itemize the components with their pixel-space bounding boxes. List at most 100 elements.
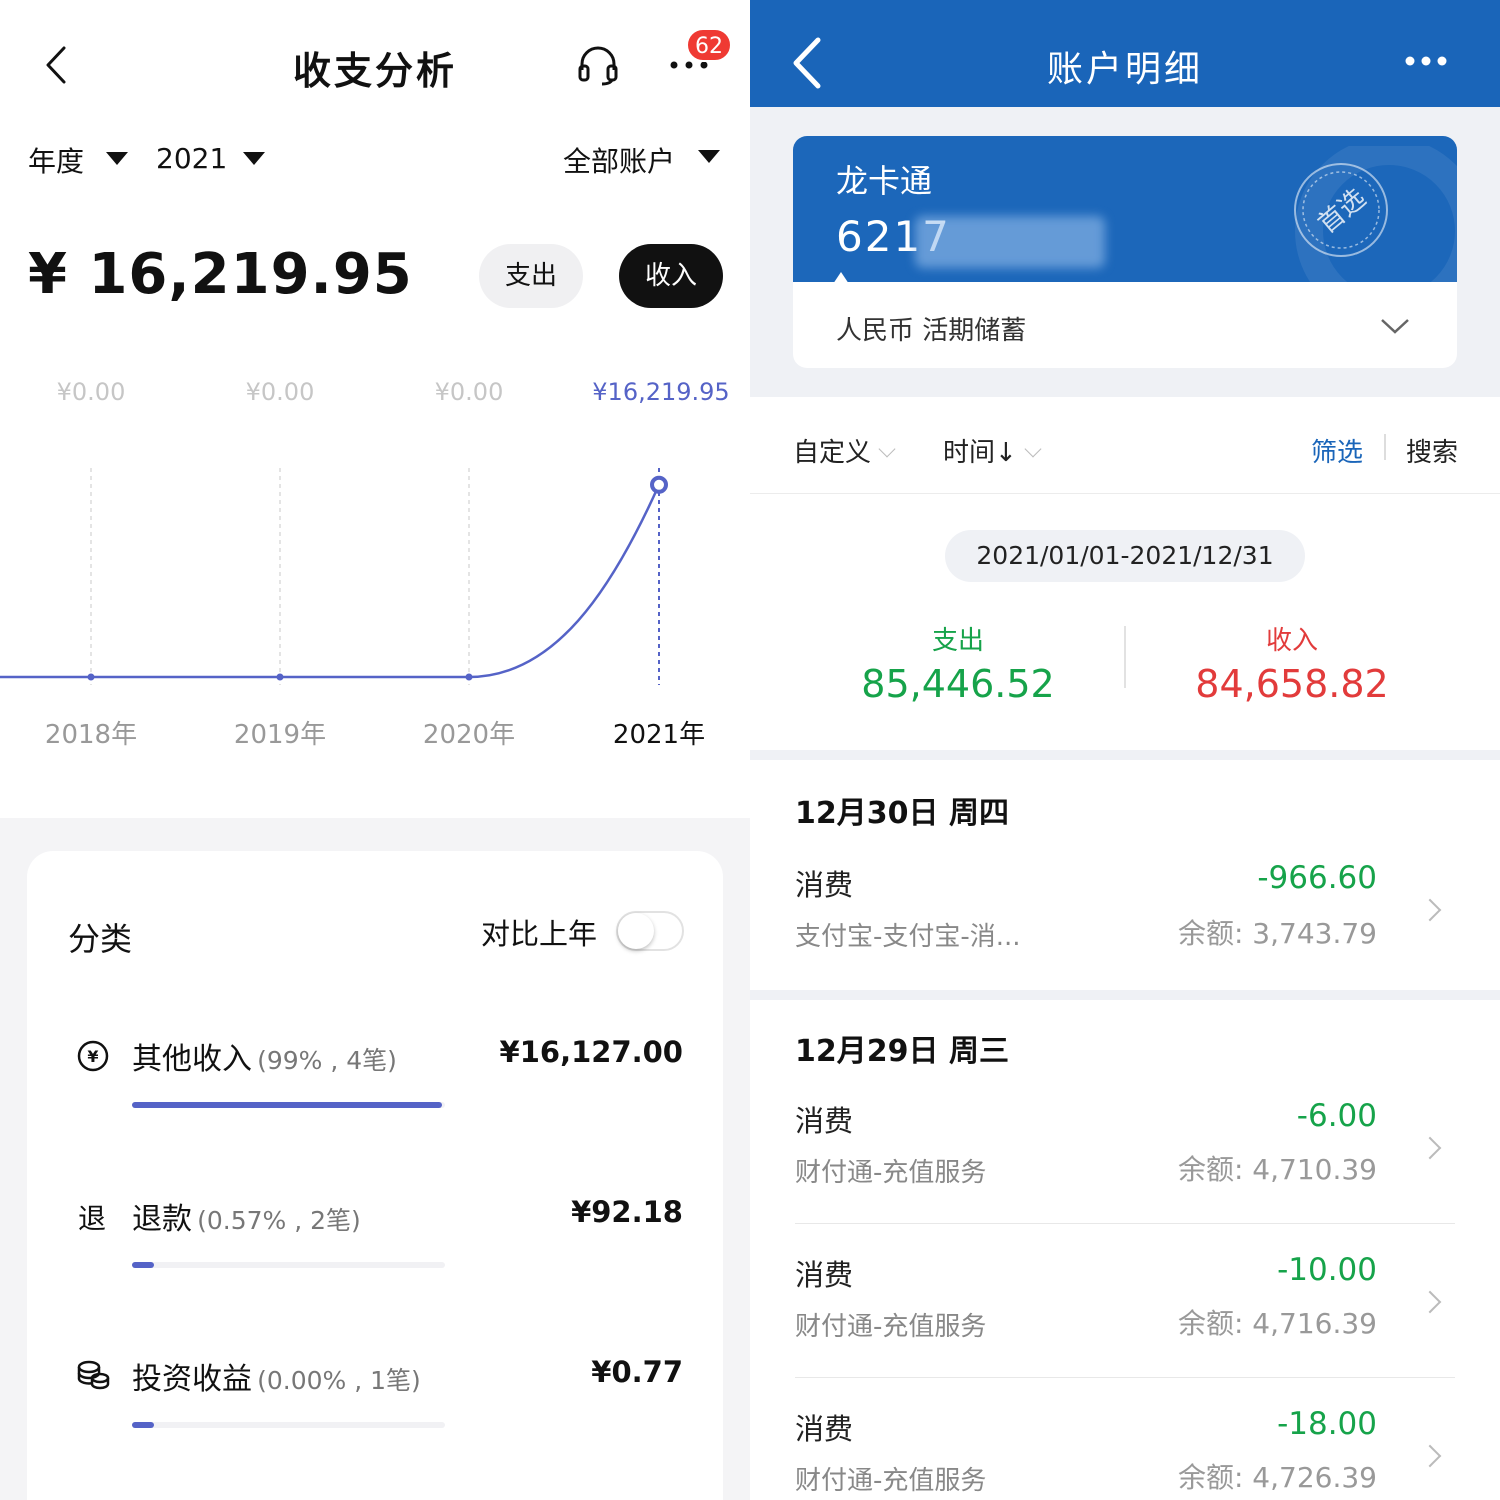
card-pointer (833, 272, 849, 284)
transaction-desc: 财付通-充值服务 (795, 1466, 987, 1496)
transaction-title: 消费 (795, 1258, 854, 1292)
category-name: 其他收入 (132, 1042, 252, 1077)
chevron-down-icon (878, 440, 896, 458)
expense-total: 85,446.52 (861, 662, 1055, 706)
card-name: 龙卡通 (836, 162, 933, 200)
chart-value-label: ¥0.00 (434, 378, 504, 406)
category-amount: ¥92.18 (571, 1195, 683, 1229)
category-progress-fill (132, 1102, 442, 1108)
expense-label: 支出 (931, 626, 984, 656)
category-name: 投资收益 (132, 1362, 252, 1397)
income-label: 收入 (1265, 626, 1318, 656)
divider (1384, 434, 1386, 460)
transaction-amount: -966.60 (1257, 860, 1377, 896)
category-progress-fill (132, 1422, 154, 1428)
divider (795, 1223, 1455, 1224)
category-row[interactable]: 投资收益 (0.00% , 1笔) (132, 1354, 421, 1398)
category-amount: ¥16,127.00 (499, 1035, 683, 1069)
chart-value-label: ¥0.00 (56, 378, 126, 406)
yuan-circle-icon: ¥ (77, 1040, 109, 1072)
category-row[interactable]: 其他收入 (99% , 4笔) (132, 1034, 397, 1078)
chart-x-label-selected: 2021年 (612, 720, 706, 750)
chevron-down-icon[interactable] (1379, 316, 1411, 336)
category-meta: (0.00% , 1笔) (257, 1366, 421, 1395)
day-header: 12月30日 周四 (795, 796, 1009, 831)
transaction-amount: -6.00 (1296, 1098, 1377, 1134)
category-progress-fill (132, 1262, 154, 1268)
transaction-balance: 余额: 4,726.39 (1177, 1461, 1377, 1494)
transaction-row[interactable]: 消费 财付通-充值服务 -18.00 余额: 4,726.39 (750, 1386, 1500, 1500)
divider (750, 493, 1500, 494)
transaction-row[interactable]: 消费 财付通-充值服务 -10.00 余额: 4,716.39 (750, 1232, 1500, 1377)
notification-badge: 62 (686, 28, 732, 62)
category-meta: (0.57% , 2笔) (197, 1206, 361, 1235)
card-number-masked (915, 216, 1105, 268)
transaction-amount: -18.00 (1277, 1406, 1377, 1442)
period-dropdown-icon (106, 152, 128, 165)
page-title: 账户明细 (1046, 49, 1203, 90)
compare-last-year-toggle[interactable] (616, 911, 684, 951)
chart-x-label: 2020年 (422, 720, 516, 750)
transaction-desc: 支付宝-支付宝-消... (795, 922, 1021, 952)
category-amount: ¥0.77 (591, 1355, 683, 1389)
transaction-balance: 余额: 4,710.39 (1177, 1153, 1377, 1186)
time-sort[interactable]: 时间↓ (943, 432, 1042, 469)
compare-last-year-label: 对比上年 (481, 917, 598, 951)
expense-toggle-button[interactable]: 支出 (479, 244, 583, 308)
toggle-knob (618, 913, 654, 949)
chevron-right-icon (1418, 1136, 1442, 1160)
category-name: 退款 (132, 1202, 192, 1237)
chevron-right-icon (1418, 1444, 1442, 1468)
card-header: 龙卡通 6217 首选 (793, 136, 1457, 286)
year-dropdown-icon (243, 152, 265, 165)
account-detail-screen: 账户明细 龙卡通 6217 首选 人民币 活期储蓄 自定义 时间↓ 筛选 搜索 … (750, 0, 1500, 1500)
account-card[interactable]: 龙卡通 6217 首选 人民币 活期储蓄 (793, 136, 1457, 368)
account-type: 人民币 活期储蓄 (836, 316, 1027, 346)
stamp-text: 首选 (1313, 183, 1372, 239)
income-line-chart[interactable] (0, 440, 750, 710)
transaction-title: 消费 (795, 1104, 854, 1138)
total-amount: ¥ 16,219.95 (28, 242, 413, 307)
category-progress-bar (132, 1102, 445, 1108)
day-header: 12月29日 周三 (795, 1034, 1009, 1069)
income-toggle-button[interactable]: 收入 (619, 244, 723, 308)
category-meta: (99% , 4笔) (257, 1046, 397, 1075)
chart-series-line (0, 484, 661, 679)
chart-point (650, 475, 668, 494)
more-icon[interactable] (1404, 54, 1448, 68)
headset-icon[interactable] (576, 44, 620, 86)
category-title: 分类 (68, 920, 133, 958)
year-selector[interactable]: 2021 (156, 142, 227, 175)
income-total: 84,658.82 (1195, 662, 1389, 706)
date-range-pill[interactable]: 2021/01/01-2021/12/31 (945, 530, 1305, 582)
chevron-right-icon (1418, 898, 1442, 922)
period-selector[interactable]: 年度 (28, 140, 84, 180)
transaction-row[interactable]: 消费 支付宝-支付宝-消... -966.60 余额: 3,743.79 (750, 840, 1500, 980)
filter-button[interactable]: 筛选 (1311, 432, 1363, 469)
category-progress-bar (132, 1262, 445, 1268)
transaction-amount: -10.00 (1277, 1252, 1377, 1288)
page-title: 收支分析 (292, 49, 457, 93)
chart-value-label: ¥0.00 (245, 378, 315, 406)
custom-filter[interactable]: 自定义 (793, 432, 896, 469)
transaction-row[interactable]: 消费 财付通-充值服务 -6.00 余额: 4,710.39 (750, 1078, 1500, 1223)
account-selector[interactable]: 全部账户 (563, 140, 675, 180)
chart-x-label: 2019年 (233, 720, 327, 750)
transaction-desc: 财付通-充值服务 (795, 1312, 987, 1342)
search-button[interactable]: 搜索 (1406, 432, 1458, 469)
chart-x-label: 2018年 (44, 720, 138, 750)
header-bar: 账户明细 (750, 0, 1500, 107)
category-row[interactable]: 退款 (0.57% , 2笔) (132, 1194, 361, 1238)
preferred-stamp: 首选 (1294, 163, 1388, 257)
transaction-desc: 财付通-充值服务 (795, 1158, 987, 1188)
coins-icon (77, 1360, 110, 1390)
transaction-balance: 余额: 4,716.39 (1177, 1307, 1377, 1340)
income-expense-analysis-screen: 收支分析 62 年度 2021 全部账户 ¥ 16,219.95 支出 收入 ¥… (0, 0, 750, 1500)
time-sort-label: 时间↓ (943, 438, 1017, 468)
category-progress-bar (132, 1422, 445, 1428)
chart-point (276, 673, 284, 681)
section-gap (750, 990, 1500, 1000)
chart-point (465, 673, 473, 681)
divider (1124, 626, 1126, 688)
chevron-down-icon (1024, 440, 1042, 458)
